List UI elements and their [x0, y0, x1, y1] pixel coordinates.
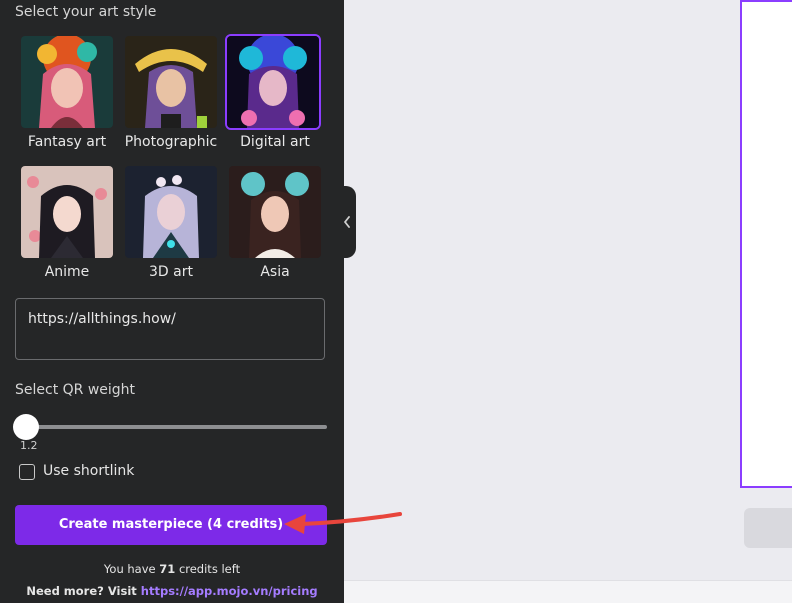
qr-weight-slider-track[interactable] — [26, 425, 327, 429]
qr-weight-slider-thumb[interactable] — [13, 414, 39, 440]
style-option-fantasy-art[interactable]: Fantasy art — [15, 36, 119, 150]
art-style-title: Select your art style — [15, 4, 157, 20]
shortlink-checkbox[interactable] — [19, 464, 35, 480]
3d-portrait-image — [125, 166, 217, 258]
pricing-link[interactable]: https://app.mojo.vn/pricing — [141, 584, 318, 598]
qr-weight-value: 1.2 — [20, 439, 38, 452]
design-canvas-page[interactable] — [740, 0, 792, 488]
style-option-3d-art[interactable]: 3D art — [119, 166, 223, 280]
photographic-portrait-image — [125, 36, 217, 128]
collapse-panel-button[interactable] — [338, 186, 356, 258]
style-option-digital-art[interactable]: Digital art — [223, 34, 327, 150]
anime-portrait-image — [21, 166, 113, 258]
style-label-digital-art: Digital art — [240, 134, 310, 150]
credits-count: 71 — [159, 562, 176, 576]
style-option-anime[interactable]: Anime — [15, 166, 119, 280]
annotation-arrow-icon — [284, 512, 402, 534]
style-option-asia[interactable]: Asia — [223, 166, 327, 280]
digital-portrait-image — [225, 34, 321, 130]
style-option-photographic[interactable]: Photographic — [119, 36, 223, 150]
asia-portrait-image — [229, 166, 321, 258]
credits-prefix: You have — [103, 562, 156, 576]
qr-weight-title: Select QR weight — [15, 382, 136, 398]
credits-suffix: credits left — [178, 562, 241, 576]
need-more-prefix: Need more? Visit — [26, 584, 137, 598]
fantasy-portrait-image — [21, 36, 113, 128]
chevron-left-icon — [344, 216, 350, 228]
credits-remaining-text: You have 71 credits left — [0, 562, 344, 576]
shortlink-label: Use shortlink — [43, 463, 135, 479]
add-page-button[interactable] — [744, 508, 792, 548]
bottom-toolbar — [344, 580, 792, 603]
style-label-asia: Asia — [260, 264, 290, 280]
need-more-text: Need more? Visit https://app.mojo.vn/pri… — [0, 584, 344, 598]
url-input[interactable]: https://allthings.how/ — [15, 298, 325, 360]
